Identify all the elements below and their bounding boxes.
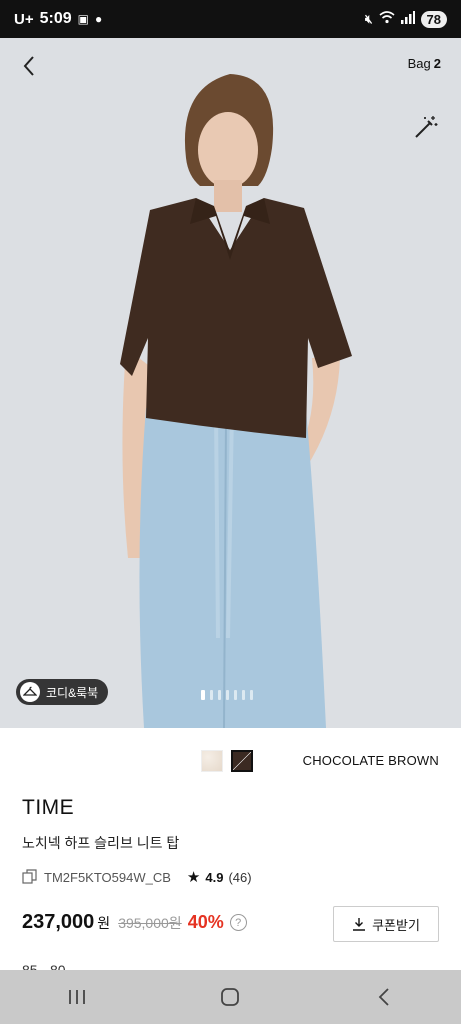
recents-button[interactable] — [47, 977, 107, 1017]
download-icon — [353, 918, 366, 931]
home-icon — [221, 988, 240, 1006]
carousel-dot — [210, 690, 213, 700]
help-icon[interactable]: ? — [229, 914, 247, 931]
discount-rate: 40% — [187, 912, 224, 932]
product-name: 노치넥 하프 슬리브 니트 탑 — [22, 835, 180, 851]
system-navigation-bar — [0, 970, 461, 1024]
carousel-dot — [234, 690, 237, 700]
carousel-dot — [242, 690, 245, 700]
carousel-dot — [218, 690, 221, 700]
magic-wand-button[interactable] — [413, 114, 439, 140]
status-right: 🔇︎ 78 — [364, 10, 447, 28]
coupon-download-button[interactable]: 쿠폰받기 — [333, 906, 439, 942]
price-row: 237,000 원 395,000원 40% ? — [22, 911, 247, 934]
product-meta: TM2F5KTO594W_CB ★ 4.9 (46) — [22, 868, 252, 886]
status-bar: U+ 5:09 ▣ ● 🔇︎ 78 — [0, 0, 461, 38]
wifi-icon — [379, 11, 395, 27]
partial-content-text: 85 · 80 — [22, 962, 66, 970]
color-selector: CHOCOLATE BROWN — [0, 745, 461, 779]
copy-icon[interactable] — [22, 869, 38, 885]
lookbook-label: 코디&룩북 — [46, 685, 99, 700]
product-photo — [0, 38, 461, 728]
bag-button[interactable]: Bag 2 — [408, 56, 441, 71]
bag-label: Bag — [407, 56, 431, 71]
carrier-label: U+ — [14, 10, 34, 28]
back-icon — [378, 988, 389, 1006]
clock: 5:09 — [39, 10, 72, 27]
mute-icon: 🔇︎ — [364, 11, 373, 26]
sale-price: 237,000 — [22, 911, 95, 933]
screenshot-icon: ▣ — [77, 12, 89, 26]
color-swatch-chocolate-brown[interactable] — [231, 750, 253, 772]
battery-indicator: 78 — [420, 10, 447, 28]
color-swatch-ivory[interactable] — [201, 750, 223, 772]
review-count[interactable]: (46) — [228, 870, 251, 885]
chevron-left-icon — [23, 56, 34, 76]
magic-wand-icon — [415, 116, 438, 138]
carousel-dot — [226, 690, 229, 700]
back-button[interactable] — [18, 54, 42, 78]
home-button[interactable] — [200, 977, 260, 1017]
product-code: TM2F5KTO594W_CB — [44, 869, 171, 885]
back-nav-button[interactable] — [354, 977, 414, 1017]
coupon-label: 쿠폰받기 — [372, 917, 420, 933]
carousel-dot — [201, 690, 205, 700]
recents-icon — [68, 990, 85, 1004]
signal-icon — [400, 11, 415, 27]
status-left: U+ 5:09 ▣ ● — [14, 10, 102, 28]
lookbook-button[interactable]: 코디&룩북 — [16, 679, 109, 705]
hanger-icon — [20, 682, 40, 702]
carousel-dot — [250, 690, 253, 700]
product-image-carousel[interactable]: Bag 2 코디&룩북 — [0, 38, 461, 728]
carousel-indicator — [201, 690, 253, 700]
rating-value[interactable]: 4.9 — [205, 870, 223, 885]
currency-label: 원 — [97, 915, 111, 931]
brand-name[interactable]: TIME — [22, 796, 74, 820]
bag-count: 2 — [433, 56, 441, 71]
star-icon: ★ — [186, 869, 201, 886]
talk-icon: ● — [94, 12, 103, 26]
selected-color-name: CHOCOLATE BROWN — [302, 753, 439, 768]
original-price: 395,000원 — [118, 915, 182, 931]
